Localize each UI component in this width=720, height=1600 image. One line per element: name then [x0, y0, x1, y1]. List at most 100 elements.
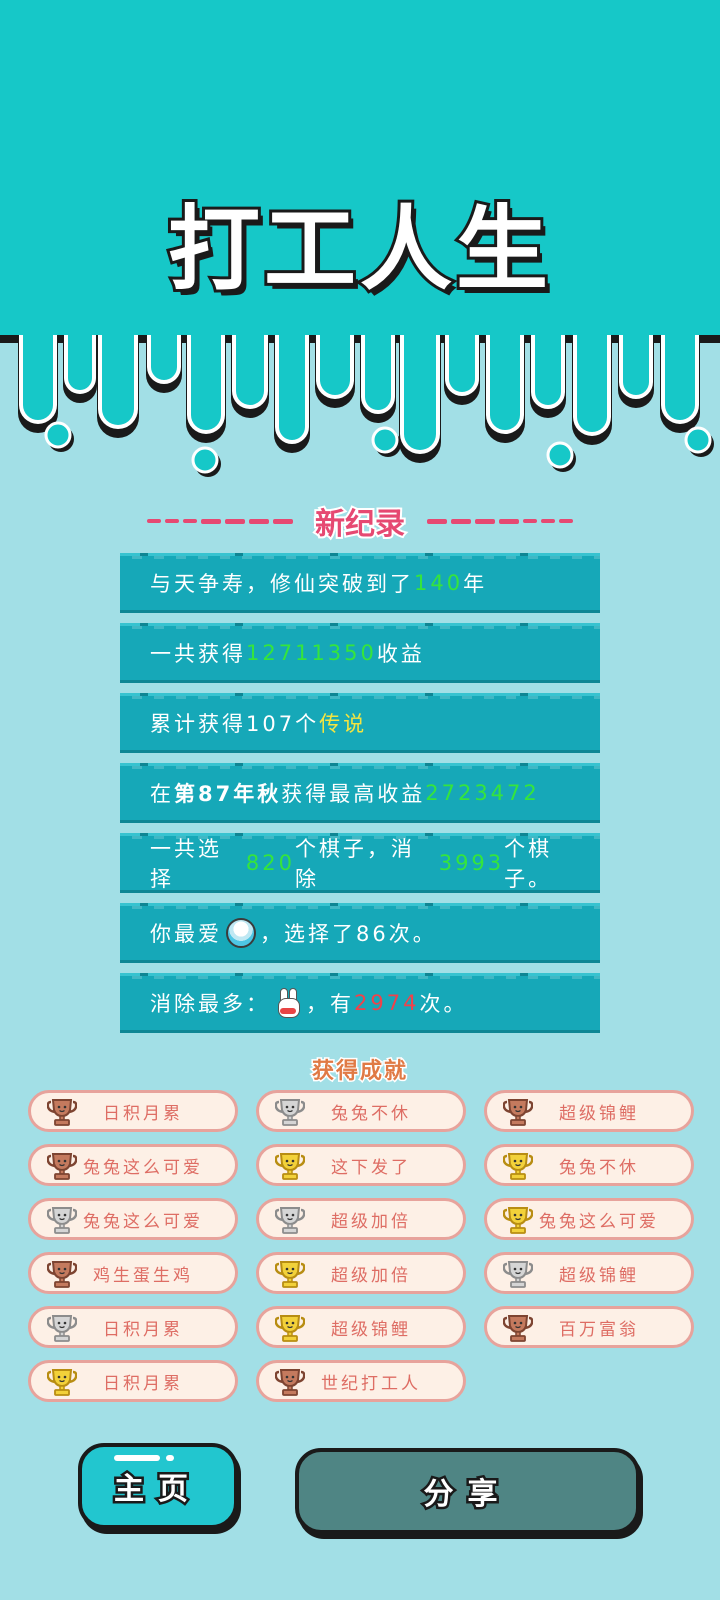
record-text: 获得最高收益 [281, 782, 426, 806]
row-tick [140, 623, 148, 626]
row-tick [425, 553, 433, 556]
gold-trophy-icon [274, 1260, 306, 1292]
achievement-badge: 超级锦鲤 [484, 1252, 694, 1294]
record-row: 消除最多： ，有 2974 次。 [120, 973, 600, 1033]
achievement-label: 兔兔不休 [331, 1103, 411, 1124]
record-text: 2723472 [425, 781, 540, 805]
achievement-badge: 兔兔不休 [484, 1144, 694, 1186]
record-text: 12711350 [246, 641, 377, 665]
silver-trophy-icon [502, 1260, 534, 1292]
achievement-label: 百万富翁 [559, 1319, 639, 1340]
row-tick [520, 693, 528, 696]
silver-trophy-icon [46, 1206, 78, 1238]
record-text: 个棋子。 [504, 837, 553, 891]
rice-bowl-icon [226, 918, 256, 948]
row-tick [235, 973, 243, 976]
records-list: 与天争寿，修仙突破到了 140 年一共获得 12711350 收益 累计获得107个 传说在… [120, 553, 600, 1043]
gold-trophy-icon [502, 1152, 534, 1184]
row-tick [520, 763, 528, 766]
silver-trophy-icon [274, 1206, 306, 1238]
achievement-label: 日积月累 [103, 1103, 183, 1124]
row-tick [520, 903, 528, 906]
achievement-label: 日积月累 [103, 1373, 183, 1394]
record-text: 收益 [376, 642, 425, 666]
row-tick [520, 833, 528, 836]
row-tick [330, 833, 338, 836]
bronze-trophy-icon [502, 1314, 534, 1346]
achievement-label: 鸡生蛋生鸡 [93, 1265, 193, 1286]
gold-trophy-icon [274, 1152, 306, 1184]
record-text: 一共获得 [150, 642, 246, 666]
row-tick [235, 623, 243, 626]
achievement-badge: 世纪打工人 [256, 1360, 466, 1402]
bronze-trophy-icon [46, 1152, 78, 1184]
row-tick [330, 763, 338, 766]
achievement-badge: 超级加倍 [256, 1252, 466, 1294]
row-tick [520, 973, 528, 976]
achievement-label: 兔兔这么可爱 [83, 1211, 203, 1232]
row-tick [330, 623, 338, 626]
new-record-title: 新纪录 [313, 505, 407, 544]
achievement-badge: 这下发了 [256, 1144, 466, 1186]
achievement-label: 兔兔这么可爱 [83, 1157, 203, 1178]
achievement-badge: 日积月累 [28, 1306, 238, 1348]
record-text: 820 [245, 851, 295, 875]
drip-dot [44, 421, 72, 449]
rabbit-icon [276, 988, 300, 1018]
button-shine-dot [166, 1455, 174, 1461]
row-tick [235, 763, 243, 766]
row-tick [425, 903, 433, 906]
record-row: 在第87年秋 获得最高收益 2723472 [120, 763, 600, 823]
achievement-badge: 日积月累 [28, 1360, 238, 1402]
achievements-grid: 日积月累 兔兔不休 超级锦鲤 兔兔这么可爱 这下发了 兔兔不休 兔兔这么可爱 超… [28, 1090, 694, 1402]
row-tick [235, 833, 243, 836]
gold-trophy-icon [502, 1206, 534, 1238]
home-button-label: 主页 [112, 1470, 202, 1510]
record-text: 消除最多： [150, 992, 270, 1016]
row-tick [520, 553, 528, 556]
row-tick [425, 833, 433, 836]
share-button-label: 分享 [421, 1475, 512, 1515]
drip-dot [684, 426, 712, 454]
record-text: ，有 [306, 992, 354, 1016]
bronze-trophy-icon [46, 1098, 78, 1130]
achievement-badge: 超级加倍 [256, 1198, 466, 1240]
gold-trophy-icon [274, 1314, 306, 1346]
record-text: 年 [463, 572, 488, 596]
row-tick [425, 973, 433, 976]
record-text: 140 [414, 571, 464, 595]
achievement-badge: 兔兔这么可爱 [484, 1198, 694, 1240]
row-tick [330, 693, 338, 696]
record-row: 你最爱 ，选择了86次。 [120, 903, 600, 963]
row-tick [520, 623, 528, 626]
bronze-trophy-icon [46, 1260, 78, 1292]
game-title: 打工人生 [165, 193, 552, 306]
row-tick [235, 903, 243, 906]
home-button[interactable]: 主页 [78, 1443, 238, 1529]
record-text: 累计获得107个 [150, 712, 320, 736]
row-tick [140, 903, 148, 906]
row-tick [140, 553, 148, 556]
gold-trophy-icon [46, 1368, 78, 1400]
achievement-badge: 超级锦鲤 [256, 1306, 466, 1348]
achievement-badge: 兔兔不休 [256, 1090, 466, 1132]
row-tick [140, 763, 148, 766]
record-text: 在 [150, 782, 174, 806]
record-row: 累计获得107个 传说 [120, 693, 600, 753]
row-tick [330, 903, 338, 906]
record-text: 3993 [438, 851, 505, 875]
left-dash-decoration [147, 518, 293, 524]
achievement-label: 超级加倍 [331, 1265, 411, 1286]
achievements-title: 获得成就 [310, 1058, 408, 1086]
silver-trophy-icon [274, 1098, 306, 1130]
new-record-header: 新纪录 [0, 498, 720, 544]
achievement-label: 兔兔这么可爱 [539, 1211, 659, 1232]
achievement-badge: 超级锦鲤 [484, 1090, 694, 1132]
achievement-label: 兔兔不休 [559, 1157, 639, 1178]
row-tick [425, 693, 433, 696]
bronze-trophy-icon [274, 1368, 306, 1400]
share-button[interactable]: 分享 [295, 1448, 640, 1534]
drip-dot [371, 426, 399, 454]
record-text: 第87年秋 [174, 782, 282, 806]
row-tick [140, 693, 148, 696]
